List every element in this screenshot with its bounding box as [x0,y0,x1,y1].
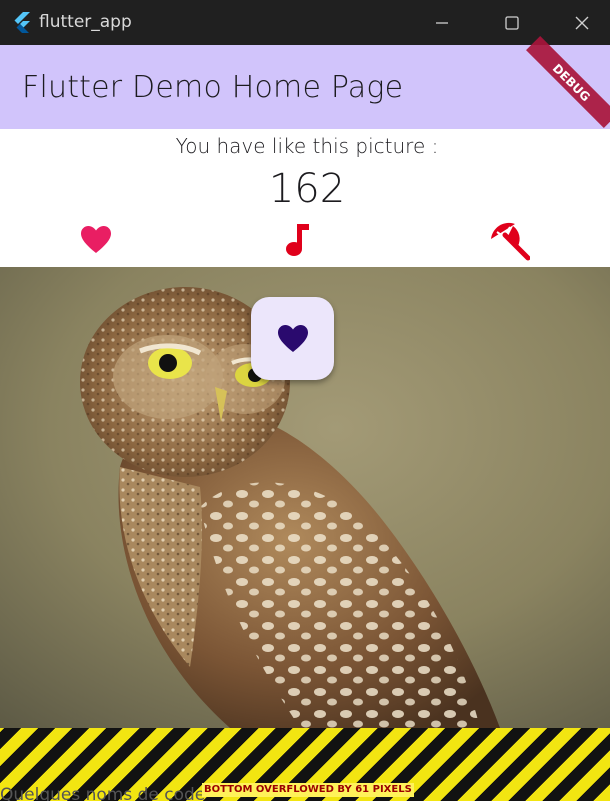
music-note-icon [285,222,311,262]
app-window: flutter_app Flutter Demo Home Page DEBUG… [0,0,610,801]
overflow-warning-label: BOTTOM OVERFLOWED BY 61 PIXELS [202,783,414,797]
like-text: You have like this picture : [175,134,439,158]
minimize-button[interactable] [407,0,477,45]
maximize-icon [505,15,519,30]
window-title: flutter_app [39,12,132,32]
counter-section: You have like this picture : 162 [0,129,610,267]
like-counter: 162 [268,166,346,212]
like-fab-button[interactable] [251,297,334,380]
maximize-button[interactable] [477,0,547,45]
clipped-text: Quelques noms de code [0,785,206,801]
beach-umbrella-icon [488,221,531,265]
minimize-icon [436,21,448,24]
heart-icon [277,324,308,352]
close-button[interactable] [547,0,610,45]
close-icon [575,16,589,29]
page-title: Flutter Demo Home Page [22,70,404,105]
window-titlebar[interactable]: flutter_app [0,0,610,45]
heart-icon [80,225,112,259]
app-bar: Flutter Demo Home Page [0,45,610,129]
flutter-logo-icon [10,11,32,34]
